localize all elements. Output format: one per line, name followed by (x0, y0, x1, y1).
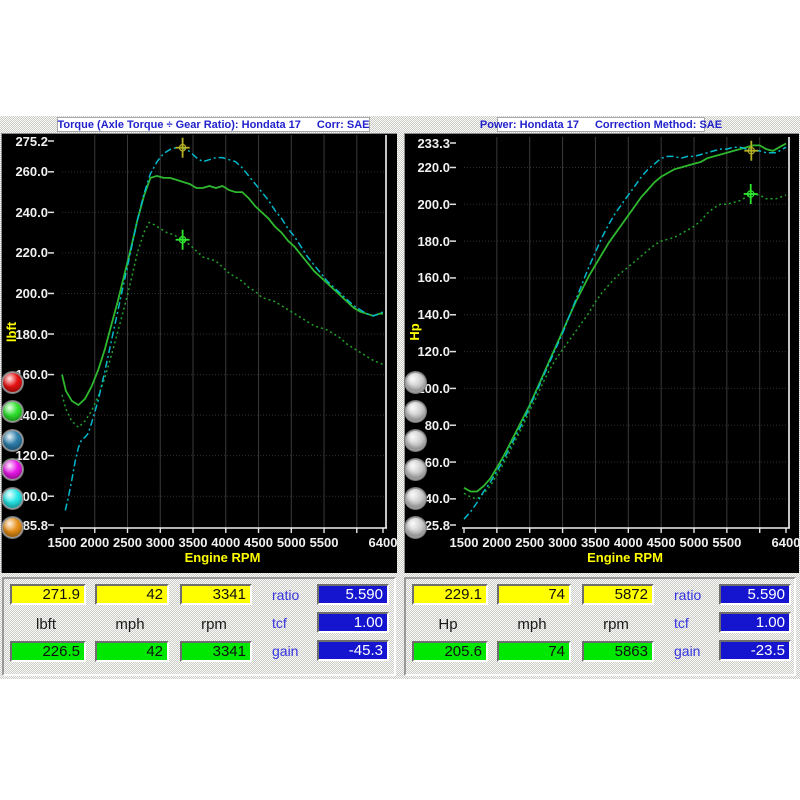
y-tick-label: 240.0 (0, 205, 48, 220)
run-button-cyan[interactable] (2, 488, 23, 509)
y-axis-unit-label: lbft (4, 312, 20, 352)
run-button-gray-3[interactable] (405, 430, 426, 451)
run-button-blue[interactable] (2, 430, 23, 451)
dyno-software-screen: { "colors":{"title_blue":"#2222cc","axis… (0, 0, 800, 800)
power-cursor2-value: 205.6 (412, 641, 488, 662)
power-ratio-label: ratio (674, 585, 701, 605)
power-chart-title-bar: Power: Hondata 17 Correction Method: SAE (497, 117, 705, 132)
Hp-chart-canvas (405, 134, 799, 573)
x-tick-label: 6400 (363, 535, 403, 550)
torque-ratio-label: ratio (272, 585, 299, 605)
curve-power-run-dashdot (464, 147, 786, 519)
y-tick-label: 220.0 (0, 245, 48, 260)
power-chart-correction-label: Correction Method: SAE (595, 119, 722, 131)
torque-chart-correction-label: Corr: SAE (317, 119, 370, 131)
run-button-red[interactable] (2, 372, 23, 393)
y-tick-label: 160.0 (402, 270, 450, 285)
torque-gain-label: gain (272, 641, 298, 661)
power-tcf-label: tcf (674, 613, 689, 633)
x-axis-title: Engine RPM (163, 550, 283, 565)
power-chart-plot: 233.3220.0200.0180.0160.0140.0120.0100.0… (404, 133, 799, 573)
power-cursor-marker-green (744, 184, 758, 204)
power-unit-label: Hp (412, 615, 484, 635)
y-tick-label: 200.0 (402, 197, 450, 212)
power-gain-label: gain (674, 641, 700, 661)
run-button-gray-5[interactable] (405, 488, 426, 509)
run-button-green[interactable] (2, 401, 23, 422)
power-mph-label: mph (497, 615, 567, 635)
run-button-gray-1[interactable] (405, 372, 426, 393)
y-tick-label: 233.3 (402, 136, 450, 151)
torque-unit-label: lbft (10, 615, 82, 635)
torque-tcf-value: 1.00 (317, 612, 389, 633)
torque-cursor-rpm: 3341 (180, 584, 252, 605)
torque-gain-value: -45.3 (317, 640, 389, 661)
torque-chart-title: Torque (Axle Torque ÷ Gear Ratio): Honda… (58, 119, 301, 131)
torque-ratio-value: 5.590 (317, 584, 389, 605)
torque-mph-label: mph (95, 615, 165, 635)
power-cursor-marker-yellow (744, 141, 758, 161)
torque-cursor2-rpm: 3341 (180, 641, 252, 662)
y-tick-label: 200.0 (0, 286, 48, 301)
run-button-gray-2[interactable] (405, 401, 426, 422)
power-ratio-value: 5.590 (719, 584, 791, 605)
power-gain-value: -23.5 (719, 640, 791, 661)
run-button-gray-4[interactable] (405, 459, 426, 480)
torque-rpm-label: rpm (180, 615, 248, 635)
y-tick-label: 260.0 (0, 164, 48, 179)
y-tick-label: 220.0 (402, 160, 450, 175)
torque-cursor-marker-green (176, 230, 190, 250)
x-axis-title: Engine RPM (565, 550, 685, 565)
x-tick-label: 5500 (304, 535, 344, 550)
torque-cursor2-mph: 42 (95, 641, 169, 662)
run-button-orange[interactable] (2, 517, 23, 538)
curve-power-run-dotted (464, 194, 786, 499)
lbft-chart-canvas (2, 134, 397, 573)
curve-power-run-solid (464, 144, 786, 492)
y-tick-label: 275.2 (0, 134, 48, 149)
power-cursor2-mph: 74 (497, 641, 571, 662)
power-chart-title: Power: Hondata 17 (480, 119, 579, 131)
torque-cursor-value: 271.9 (10, 584, 86, 605)
curve-torque-run-solid (62, 176, 383, 405)
torque-cursor-mph: 42 (95, 584, 169, 605)
torque-cursor2-value: 226.5 (10, 641, 86, 662)
torque-readout-panel: 271.9 42 3341 lbft mph rpm 226.5 42 3341… (2, 577, 396, 676)
power-cursor2-rpm: 5863 (582, 641, 654, 662)
power-readout-panel: 229.1 74 5872 Hp mph rpm 205.6 74 5863 r… (404, 577, 796, 676)
power-tcf-value: 1.00 (719, 612, 791, 633)
power-cursor-rpm: 5872 (582, 584, 654, 605)
y-tick-label: 180.0 (402, 234, 450, 249)
power-cursor-value: 229.1 (412, 584, 488, 605)
run-button-magenta[interactable] (2, 459, 23, 480)
run-button-gray-6[interactable] (405, 517, 426, 538)
torque-tcf-label: tcf (272, 613, 287, 633)
torque-chart-title-bar: Torque (Axle Torque ÷ Gear Ratio): Honda… (57, 117, 370, 132)
power-cursor-mph: 74 (497, 584, 571, 605)
torque-chart-plot: 275.2260.0240.0220.0200.0180.0160.0140.0… (1, 133, 397, 573)
x-tick-label: 5500 (707, 535, 747, 550)
torque-cursor-marker-yellow (176, 138, 190, 158)
x-tick-label: 6400 (766, 535, 800, 550)
power-rpm-label: rpm (582, 615, 650, 635)
y-axis-unit-label: Hp (407, 312, 423, 352)
